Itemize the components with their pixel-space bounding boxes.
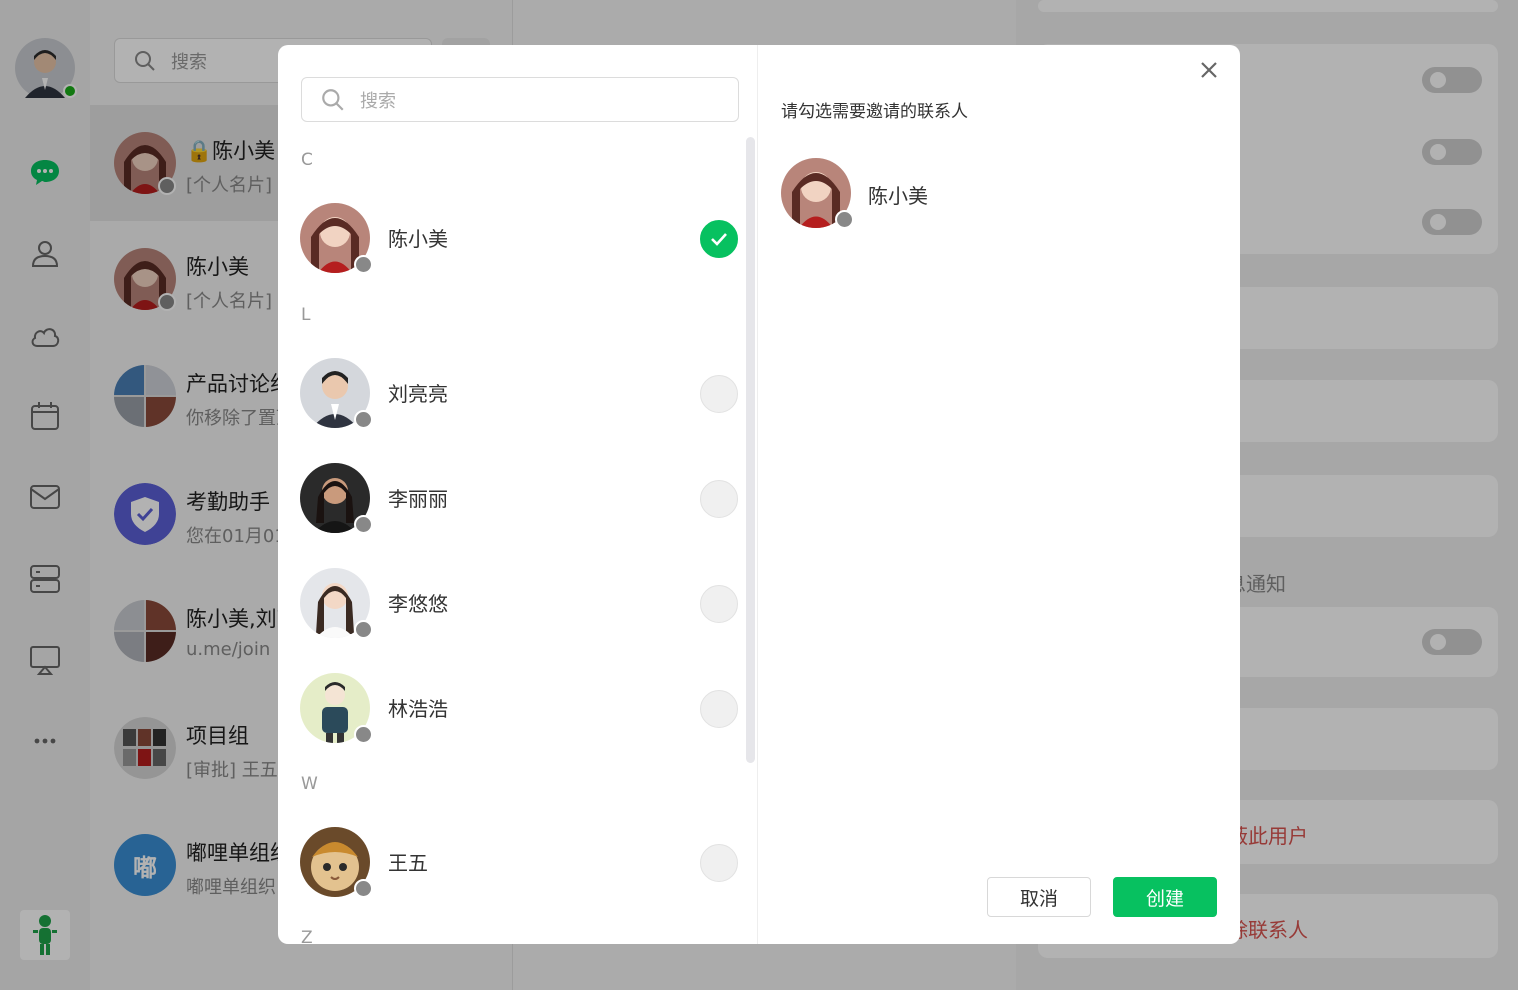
contact-search-input[interactable]: 搜索 bbox=[301, 77, 739, 122]
create-button[interactable]: 创建 bbox=[1113, 877, 1217, 917]
contact-name: 王五 bbox=[388, 851, 428, 875]
cancel-button[interactable]: 取消 bbox=[987, 877, 1091, 917]
contact-item[interactable]: 刘亮亮 bbox=[278, 348, 748, 438]
scrollbar[interactable] bbox=[746, 137, 755, 763]
selected-contact-name: 陈小美 bbox=[868, 184, 928, 208]
contact-item[interactable]: 李丽丽 bbox=[278, 453, 748, 543]
contact-checkbox[interactable] bbox=[700, 480, 738, 518]
status-dot bbox=[354, 410, 373, 429]
status-dot bbox=[354, 879, 373, 898]
contact-item[interactable]: 李悠悠 bbox=[278, 558, 748, 648]
status-dot bbox=[835, 210, 854, 229]
contact-name: 李丽丽 bbox=[388, 487, 448, 511]
index-letter: C bbox=[301, 150, 313, 170]
contact-checkbox[interactable] bbox=[700, 585, 738, 623]
status-dot bbox=[354, 255, 373, 274]
check-icon bbox=[711, 233, 727, 246]
status-dot bbox=[354, 725, 373, 744]
selected-contacts-panel: 请勾选需要邀请的联系人 陈小美 取消 创建 bbox=[759, 45, 1240, 944]
index-letter: L bbox=[301, 305, 311, 325]
close-icon bbox=[1201, 62, 1217, 78]
contact-item[interactable]: 陈小美 bbox=[278, 193, 748, 283]
contact-item[interactable]: 林浩浩 bbox=[278, 663, 748, 753]
search-icon bbox=[322, 88, 344, 111]
contact-name: 李悠悠 bbox=[388, 592, 448, 616]
index-letter: Z bbox=[301, 928, 313, 944]
invite-hint: 请勾选需要邀请的联系人 bbox=[781, 102, 968, 122]
contact-checkbox[interactable] bbox=[700, 844, 738, 882]
contact-checkbox-checked[interactable] bbox=[700, 220, 738, 258]
invite-contacts-dialog: 搜索 C 陈小美 L 刘亮亮 李丽丽 李悠悠 林浩浩 W 王五 Z 请勾选需要邀… bbox=[278, 45, 1240, 944]
status-dot bbox=[354, 515, 373, 534]
contact-name: 刘亮亮 bbox=[388, 382, 448, 406]
status-dot bbox=[354, 620, 373, 639]
contact-name: 林浩浩 bbox=[388, 697, 448, 721]
contact-item[interactable]: 王五 bbox=[278, 817, 748, 907]
contact-checkbox[interactable] bbox=[700, 375, 738, 413]
contact-search-placeholder: 搜索 bbox=[360, 90, 396, 112]
selected-contact[interactable]: 陈小美 bbox=[781, 158, 1081, 230]
contact-checkbox[interactable] bbox=[700, 690, 738, 728]
close-button[interactable] bbox=[1196, 57, 1222, 83]
contact-name: 陈小美 bbox=[388, 227, 448, 251]
contact-picker-panel: 搜索 C 陈小美 L 刘亮亮 李丽丽 李悠悠 林浩浩 W 王五 Z bbox=[278, 45, 758, 944]
index-letter: W bbox=[301, 774, 318, 794]
